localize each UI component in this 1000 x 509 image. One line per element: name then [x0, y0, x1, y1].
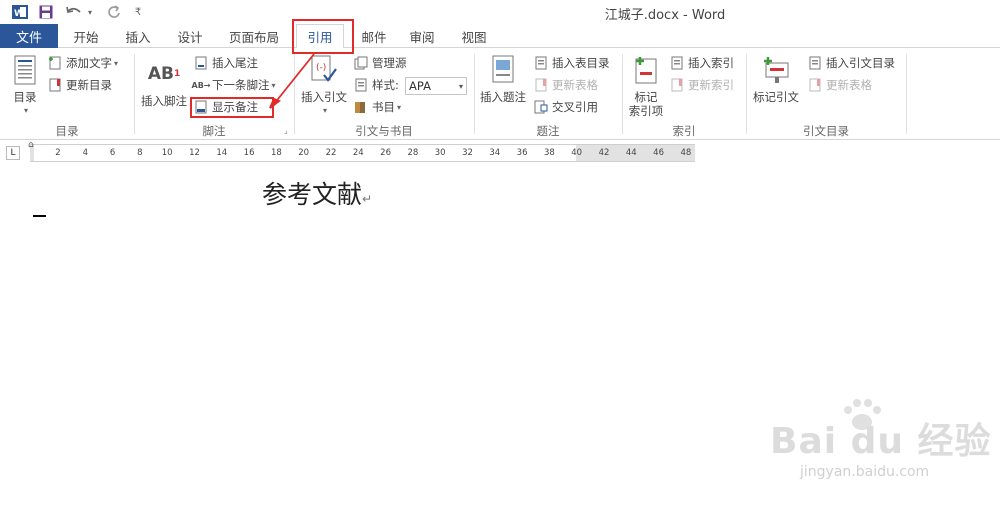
ruler-tick-label: 32 — [462, 148, 473, 158]
ruler-tick-label: 28 — [407, 148, 419, 158]
heading-text: 参考文献 — [262, 180, 363, 209]
ruler-tick-label: 12 — [189, 148, 200, 158]
ruler-tick-label: 20 — [298, 148, 310, 158]
ruler-tick-label: 22 — [325, 148, 337, 158]
ruler-tick-label: 44 — [625, 148, 637, 158]
ruler-tick-label: 38 — [543, 148, 555, 158]
ruler-tick-label: 8 — [137, 148, 143, 158]
ruler-tick-label: 4 — [82, 148, 89, 158]
ruler-tick-label: 16 — [243, 148, 255, 158]
ruler-tick-label: 30 — [434, 148, 446, 158]
ruler-tick-label: 34 — [489, 148, 501, 158]
horizontal-ruler[interactable]: ⌂ 2 4 6 8 10 12 14 16 18 20 22 24 26 28 30 32 34 36 38 40 42… — [28, 140, 695, 162]
ruler-tick-label: 10 — [161, 148, 173, 158]
ruler-bar: L ⌂ 2 4 6 8 10 12 14 16 18 20 22 24 26 28 30 32 34 36 38 40… — [0, 140, 1000, 166]
ruler-tick-label: 24 — [352, 148, 364, 158]
ruler-tick-label: 42 — [598, 148, 610, 158]
paragraph-mark: ↵ — [362, 192, 373, 206]
watermark: Bai du 经验 jingyan.baidu.com — [758, 398, 998, 498]
ruler-tick-label: 14 — [216, 148, 228, 158]
text-cursor — [33, 215, 46, 217]
indent-marker-icon[interactable]: ⌂ — [28, 140, 34, 150]
watermark-text: Bai du 经验 — [770, 421, 992, 462]
ruler-tick-label: 2 — [55, 148, 61, 158]
ruler-tick-label: 46 — [653, 148, 665, 158]
ruler-tick-label: 48 — [680, 148, 692, 158]
ruler-tick-label: 40 — [571, 148, 583, 158]
tab-selector[interactable]: L — [6, 146, 20, 160]
watermark-url: jingyan.baidu.com — [800, 464, 930, 480]
document-heading[interactable]: 参考文献↵ — [262, 175, 372, 211]
ruler-tick-label: 26 — [380, 148, 392, 158]
ruler-tick-label: 18 — [270, 148, 282, 158]
ruler-tick-label: 36 — [516, 148, 528, 158]
ruler-tick-label: 6 — [109, 148, 116, 158]
